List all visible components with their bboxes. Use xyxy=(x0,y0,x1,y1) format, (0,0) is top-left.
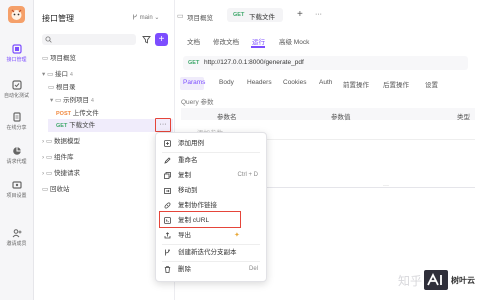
active-tab-indicator xyxy=(251,46,265,48)
menu-item-copy[interactable]: 复制 Ctrl + D xyxy=(156,169,266,182)
zhihu-watermark: 知乎 xyxy=(398,274,423,288)
api-tree-panel: 接口管理 main ⌄ + ▭ 项目概览 ▾ ▭ 接口 4 ▭ 根目录 ▾ ▭ … xyxy=(34,0,175,300)
tree-item-api[interactable]: ▾ ▭ 接口 4 xyxy=(42,69,73,80)
chevron-down-icon: ▾ xyxy=(42,71,46,78)
add-tab-button[interactable]: + xyxy=(297,9,303,20)
rail-online-share[interactable]: 在线分享 xyxy=(0,112,33,131)
tab-headers[interactable]: Headers xyxy=(247,79,272,86)
tree-item-download-file[interactable]: GET 下载文件 xyxy=(56,120,95,131)
branch-selector[interactable]: main ⌄ xyxy=(132,14,159,21)
menu-separator xyxy=(162,152,260,153)
add-button[interactable]: + xyxy=(155,33,168,46)
tab-download-file[interactable]: GET 下载文件 xyxy=(227,8,283,22)
menu-item-delete[interactable]: 删除 Del xyxy=(156,263,266,276)
chevron-down-icon: ▾ xyxy=(50,97,54,104)
chevron-down-icon: ⌄ xyxy=(154,15,160,21)
subtab-advanced-mock[interactable]: 高级 Mock xyxy=(279,36,309,46)
tree-item-root[interactable]: ▭ 根目录 xyxy=(48,82,75,93)
tree-item-upload-file[interactable]: POST 上传文件 xyxy=(56,108,99,119)
url-input[interactable]: http://127.0.0.1:8000/generate_pdf xyxy=(204,59,304,66)
tree-item-sample-project[interactable]: ▾ ▭ 示例项目 4 xyxy=(50,95,94,106)
panel-title: 接口管理 xyxy=(42,14,74,23)
api-icon xyxy=(11,44,22,54)
subtab-run[interactable]: 运行 xyxy=(252,36,265,46)
menu-separator xyxy=(162,261,260,262)
tab-body[interactable]: Body xyxy=(219,79,234,86)
proxy-icon xyxy=(12,147,21,155)
search-input[interactable] xyxy=(42,34,136,45)
resize-handle[interactable]: ··· xyxy=(383,183,389,189)
link-icon xyxy=(164,202,171,209)
chevron-right-icon: › xyxy=(42,170,45,177)
rail-auto-test[interactable]: 自动化测试 xyxy=(0,80,33,99)
rail-project-settings[interactable]: 项目设置 xyxy=(0,180,33,199)
tab-pre-request[interactable]: 前置操作 xyxy=(343,79,369,89)
copy-curl-highlight xyxy=(159,211,241,228)
rail-invite-members[interactable]: 邀请成员 xyxy=(0,228,33,247)
more-actions-button[interactable]: ··· xyxy=(155,118,171,132)
menu-item-export[interactable]: 导出 ✦ xyxy=(156,229,266,242)
tab-cookies[interactable]: Cookies xyxy=(283,79,306,86)
tab-overview[interactable]: 项目概览 xyxy=(187,12,213,22)
chevron-right-icon: › xyxy=(42,138,45,145)
folder-icon: ▭ xyxy=(48,84,55,91)
api-icon: ▭ xyxy=(47,71,54,78)
add-icon xyxy=(164,140,171,147)
tab-post-request[interactable]: 后置操作 xyxy=(383,79,409,89)
move-icon xyxy=(164,188,171,194)
brand-name: 树叶云 xyxy=(451,276,475,285)
chevron-right-icon: › xyxy=(42,154,45,161)
folder-icon: ▭ xyxy=(42,55,49,62)
cursor-sparkle-icon: ✦ xyxy=(234,232,240,239)
tree-item-overview[interactable]: ▭ 项目概览 xyxy=(42,53,76,64)
tree-item-data-models[interactable]: › ▭ 数据模型 xyxy=(42,136,80,147)
folder-icon: ▭ xyxy=(55,97,62,104)
left-rail: 接口管理 自动化测试 在线分享 请求代理 项目设置 邀请成员 xyxy=(0,0,34,300)
tab-params[interactable]: Params xyxy=(183,79,205,86)
params-table-header: 参数名 参数值 类型 xyxy=(181,108,475,121)
settings-icon xyxy=(11,181,22,189)
branch-icon xyxy=(133,14,137,20)
tree-item-recycle-bin[interactable]: ▭ 回收站 xyxy=(42,184,69,195)
menu-item-rename[interactable]: 重命名 xyxy=(156,154,266,167)
app-logo[interactable] xyxy=(8,6,25,23)
search-icon xyxy=(45,36,52,43)
menu-separator xyxy=(162,244,260,245)
document-icon xyxy=(12,112,21,122)
menu-item-add-endpoint[interactable]: 添加用例 xyxy=(156,137,266,150)
window-icon: ▭ xyxy=(177,13,184,20)
filter-icon[interactable] xyxy=(142,35,151,44)
brand-logo xyxy=(424,270,448,290)
user-add-icon xyxy=(12,229,21,238)
lightning-icon: ▭ xyxy=(45,170,53,177)
tree-item-quick-requests[interactable]: › ▭ 快捷请求 xyxy=(42,168,80,179)
trash-icon: ▭ xyxy=(42,186,49,193)
context-menu: 添加用例 重命名 复制 Ctrl + D 移动到 复制协作链接 复制 cURL … xyxy=(155,132,267,282)
trash-icon xyxy=(164,266,171,273)
subtab-edit-docs[interactable]: 修改文档 xyxy=(213,36,239,46)
export-icon xyxy=(164,232,171,239)
branch-icon xyxy=(165,249,170,256)
tree-item-components[interactable]: › ▭ 组件库 xyxy=(42,152,73,163)
rail-api-management[interactable]: 接口管理 xyxy=(0,44,33,63)
model-icon: ▭ xyxy=(45,138,53,145)
copy-icon xyxy=(164,172,171,179)
test-icon xyxy=(11,80,22,90)
component-icon: ▭ xyxy=(45,154,53,161)
query-params-title: Query 参数 xyxy=(181,99,214,106)
menu-item-move-to[interactable]: 移动到 xyxy=(156,184,266,197)
request-url-bar[interactable]: GET http://127.0.0.1:8000/generate_pdf xyxy=(183,56,468,70)
rail-request-proxy[interactable]: 请求代理 xyxy=(0,146,33,165)
request-method[interactable]: GET xyxy=(188,60,199,66)
tab-more-button[interactable]: ··· xyxy=(315,11,322,18)
menu-item-create-branch-copy[interactable]: 创建新迭代分支副本 xyxy=(156,246,266,259)
subtab-docs[interactable]: 文档 xyxy=(187,36,200,46)
tab-auth[interactable]: Auth xyxy=(319,79,332,86)
edit-icon xyxy=(164,157,171,164)
tab-settings[interactable]: 设置 xyxy=(425,79,438,89)
